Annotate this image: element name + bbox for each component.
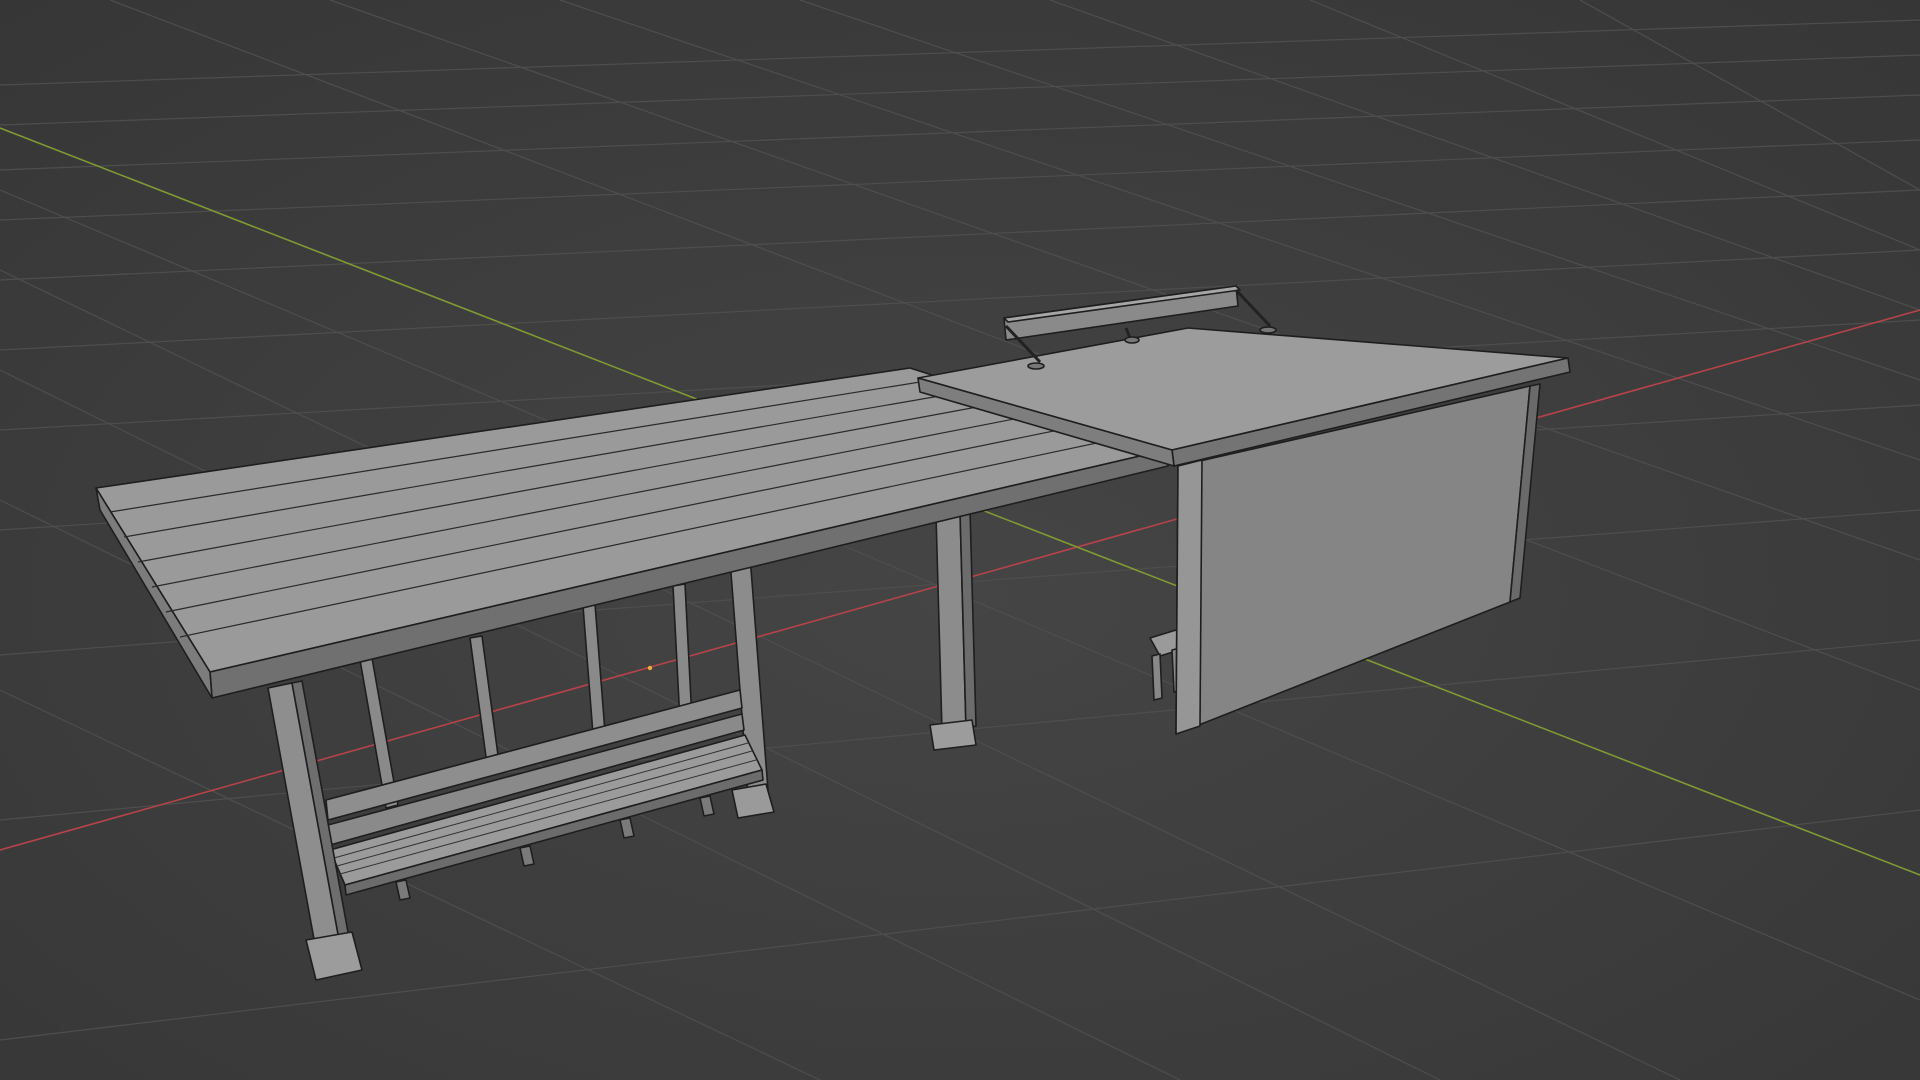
sign-mount <box>1124 336 1140 344</box>
middle-post-base <box>929 719 977 751</box>
rear-right-post-base <box>731 783 775 819</box>
sign-mount <box>1027 362 1045 370</box>
sign-mount <box>1259 326 1277 334</box>
viewport-canvas[interactable] <box>0 0 1920 1080</box>
stool-leg <box>1151 653 1163 701</box>
side-wall-front-edge <box>1175 459 1203 735</box>
3d-viewport[interactable] <box>0 0 1920 1080</box>
object-origin-dot <box>647 665 653 671</box>
